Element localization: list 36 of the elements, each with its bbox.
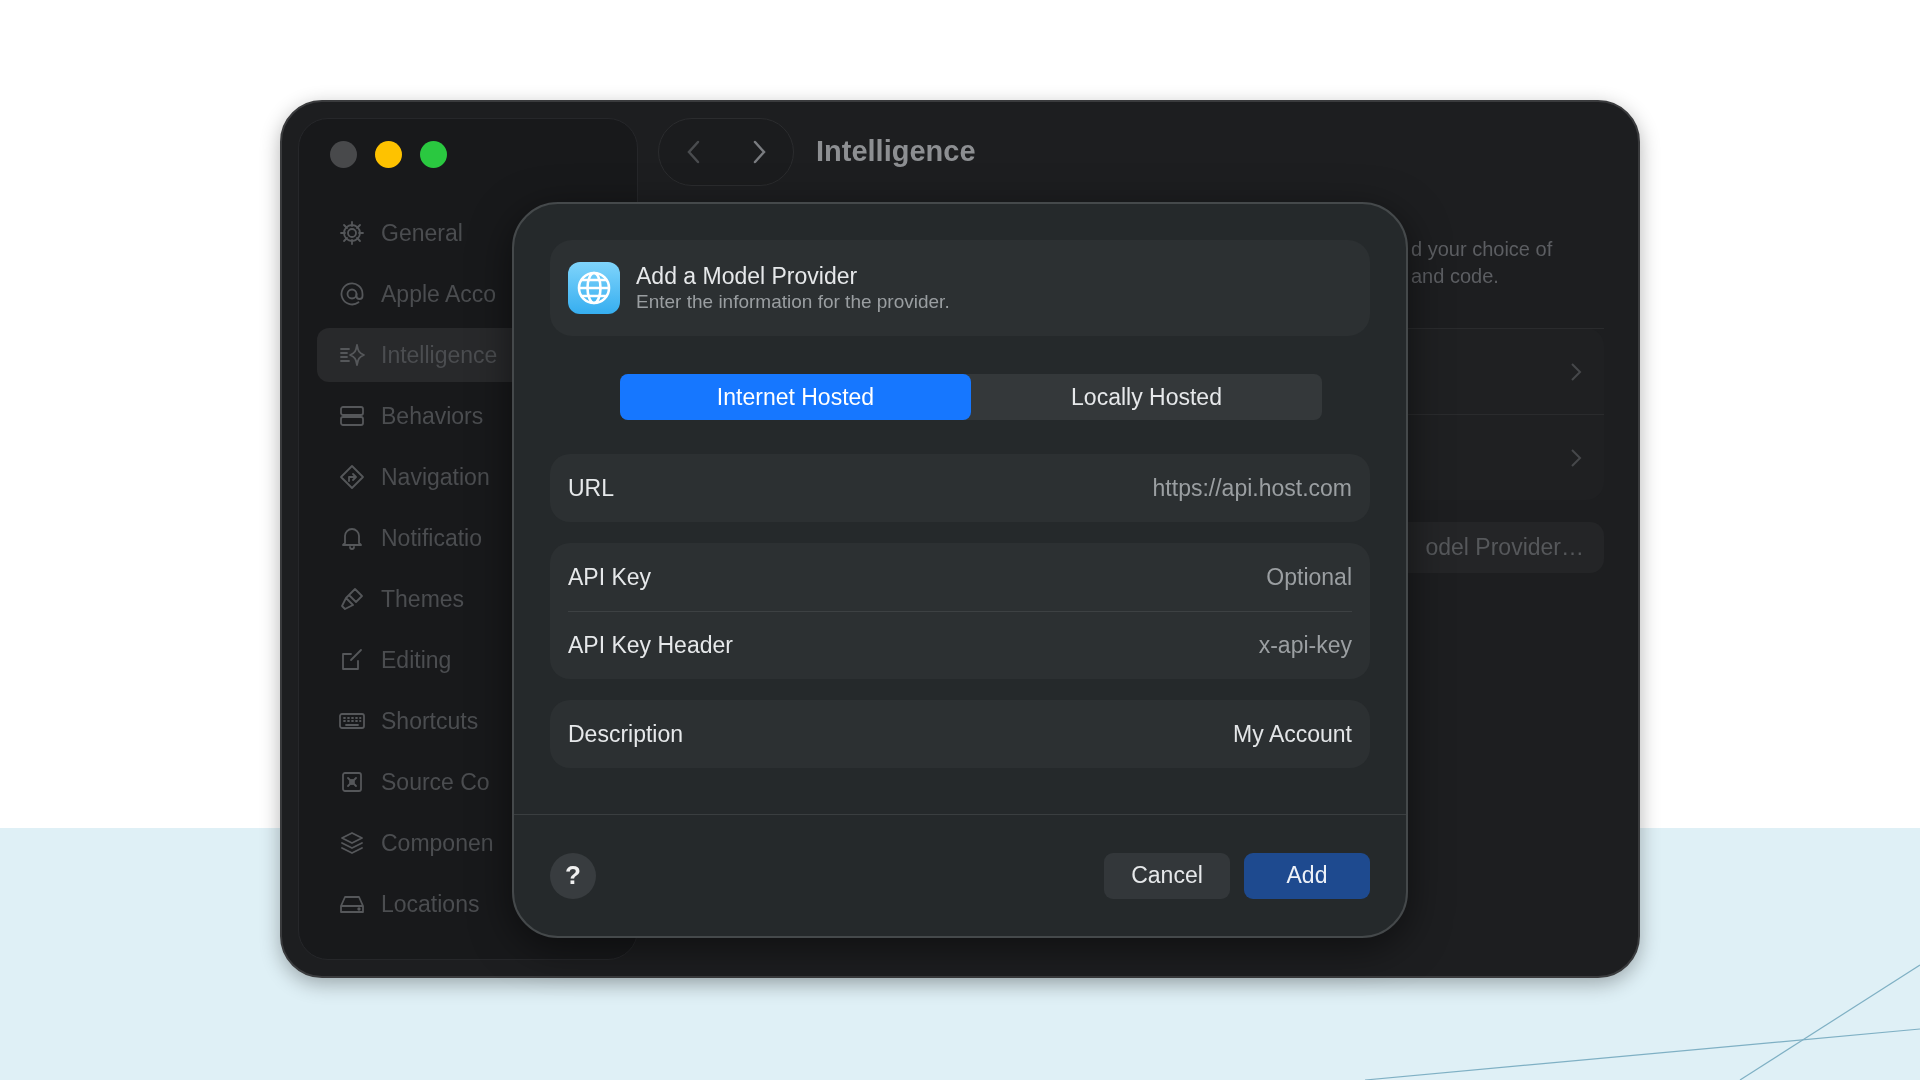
input-field[interactable]: My Account — [703, 716, 1352, 752]
globe-icon — [568, 262, 620, 314]
layers-icon — [339, 830, 365, 856]
close-window-icon[interactable] — [330, 141, 357, 168]
dialog-title: Add a Model Provider — [636, 262, 859, 290]
chevron-icon[interactable] — [1570, 447, 1582, 468]
help-button[interactable]: ? — [550, 852, 596, 899]
input-field[interactable]: https://api.host.com — [634, 470, 1352, 506]
minimize-window-icon[interactable] — [375, 141, 402, 168]
gear-icon — [339, 220, 365, 246]
diamond-arrow-icon — [339, 464, 365, 490]
cancel-button[interactable]: Cancel — [1104, 852, 1230, 899]
field-label: URL — [568, 473, 614, 503]
square-icon — [339, 769, 365, 795]
window-title: Intelligence — [816, 134, 976, 170]
field-label: API Key Header — [568, 631, 733, 661]
field-label: Description — [568, 719, 684, 749]
chevron-icon[interactable] — [1570, 361, 1582, 382]
add-button[interactable]: Add — [1244, 852, 1370, 899]
field-row[interactable]: URL https://api.host.com — [550, 454, 1370, 522]
input-field[interactable]: x-api-key — [752, 628, 1352, 663]
back-chevron-icon — [685, 140, 700, 164]
input-field[interactable]: Optional — [671, 559, 1352, 595]
field-label: API Key — [568, 562, 652, 592]
segment-tab[interactable]: Locally Hosted — [971, 374, 1322, 420]
description-text: d your choice of and code. — [1410, 237, 1554, 289]
field-row[interactable]: Description My Account — [550, 700, 1370, 768]
dialog-subtitle: Enter the information for the provider. — [636, 290, 950, 314]
sparkle-icon — [339, 342, 365, 368]
forward-chevron-icon — [752, 140, 767, 164]
at-sign-icon — [339, 281, 365, 307]
bell-icon — [339, 525, 365, 551]
zoom-window-icon[interactable] — [420, 141, 447, 168]
paintbrush-icon — [339, 586, 365, 612]
segment-tab[interactable]: Internet Hosted — [620, 374, 971, 420]
stacked-rows-icon — [339, 403, 365, 429]
